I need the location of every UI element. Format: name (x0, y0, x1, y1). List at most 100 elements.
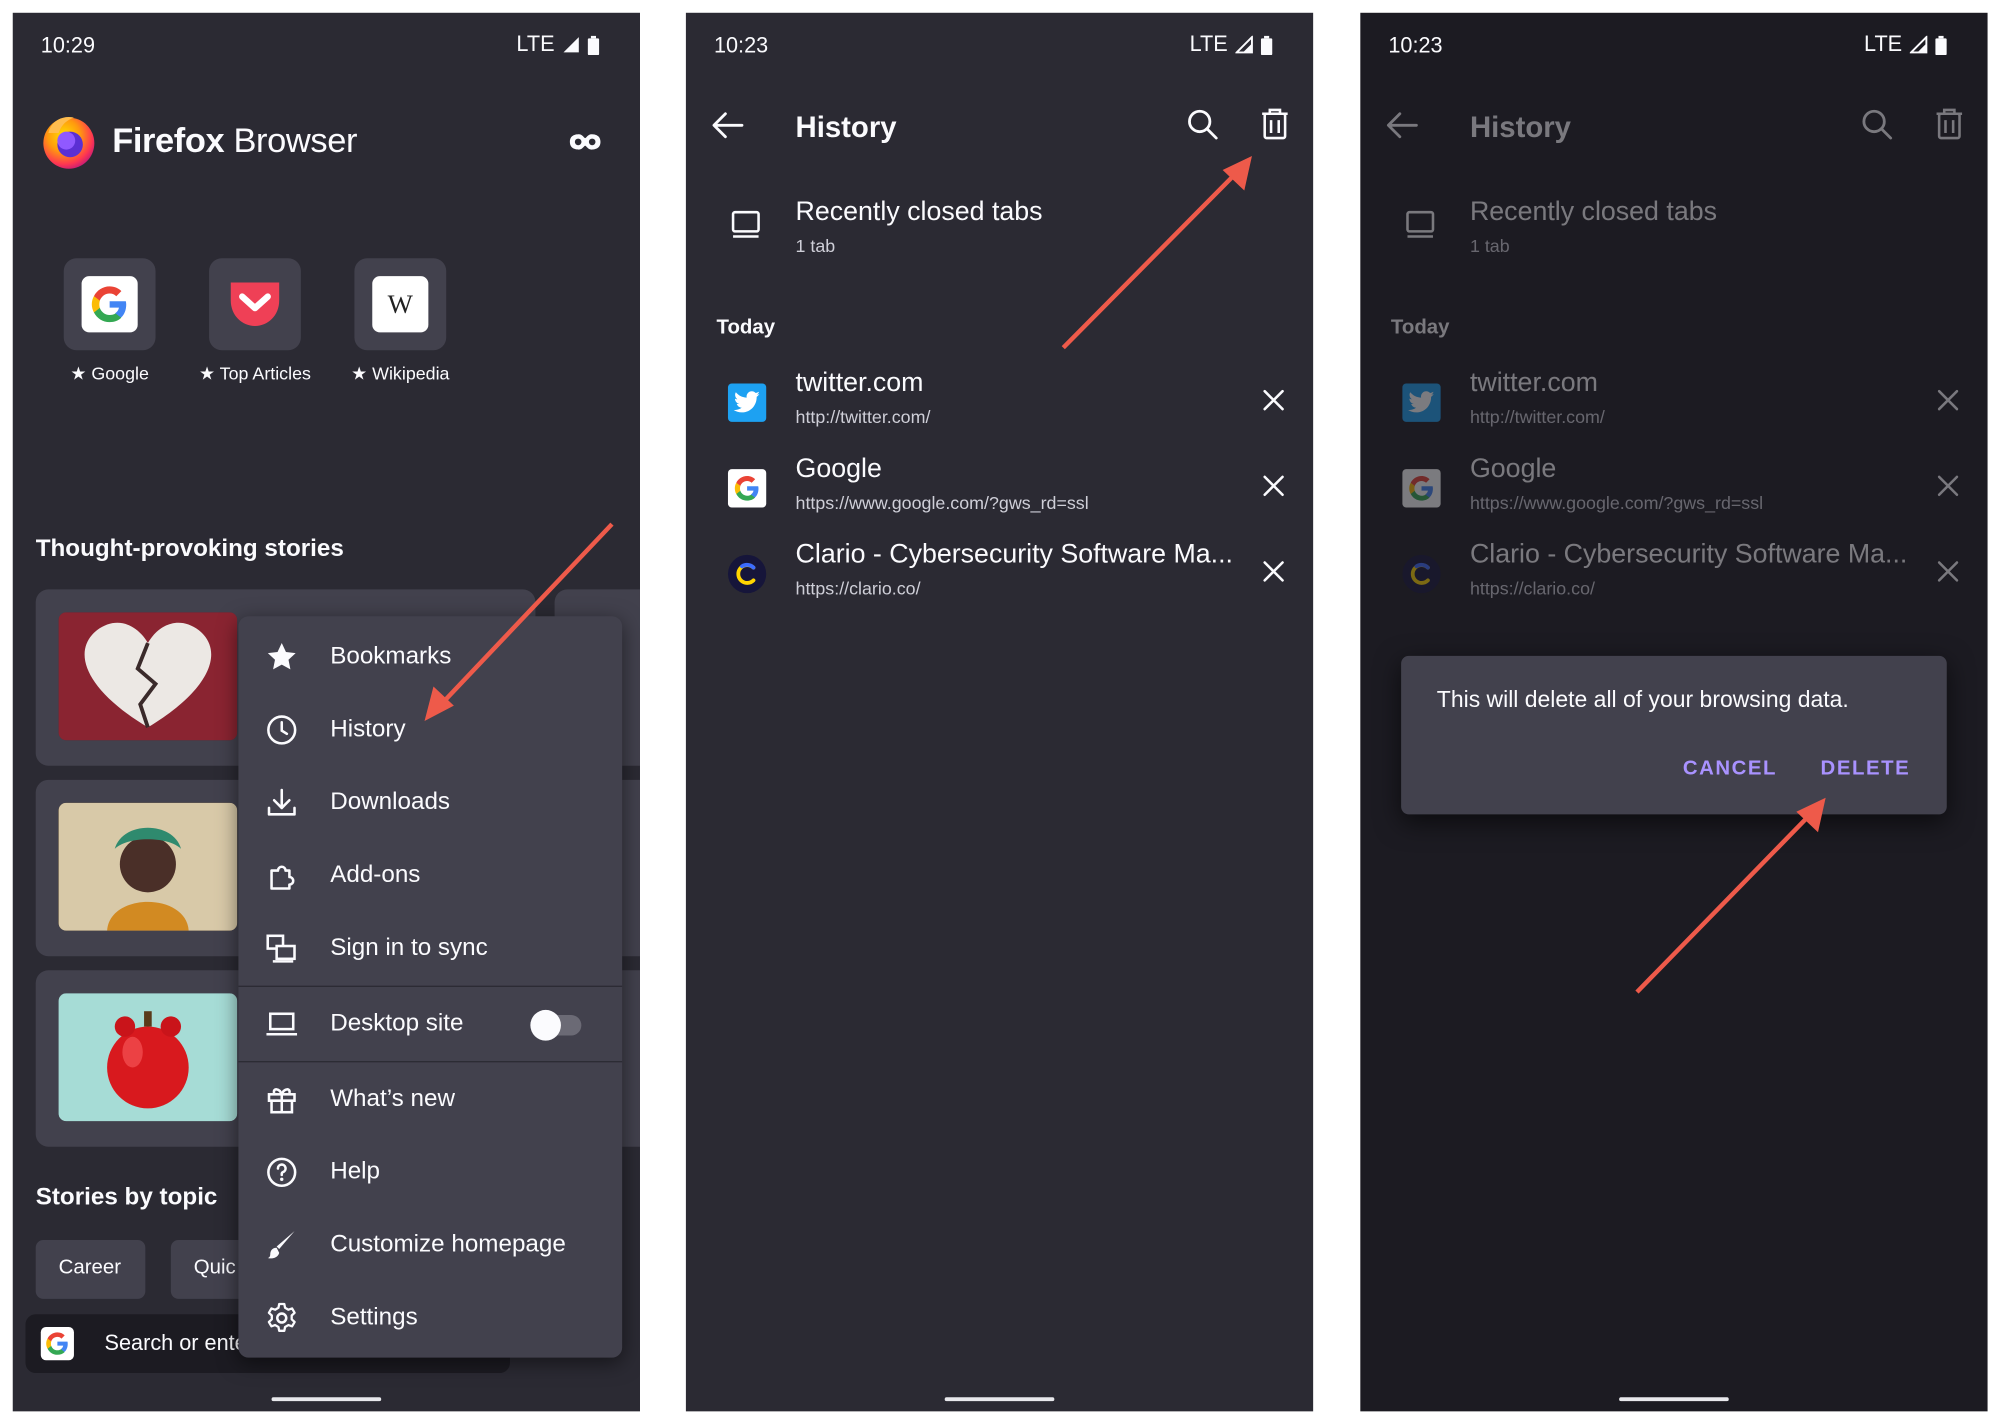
menu-item-whats-new[interactable]: What’s new (238, 1062, 622, 1135)
dialog-message: This will delete all of your browsing da… (1436, 686, 1849, 713)
recently-closed-count: 1 tab (1469, 235, 1510, 256)
section-header: Today (1390, 317, 1450, 339)
topics-heading: Stories by topic (35, 1183, 218, 1211)
history-item[interactable]: twitter.com http://twitter.com/ (686, 361, 1313, 445)
toggle-knob (530, 1009, 561, 1041)
history-item[interactable]: twitter.com http://twitter.com/ (1360, 361, 1987, 445)
clock-icon (267, 715, 297, 745)
close-icon[interactable] (1937, 474, 1960, 497)
delete-confirmation-dialog: This will delete all of your browsing da… (1401, 655, 1947, 815)
history-item-url: http://twitter.com/ (1469, 406, 1605, 427)
recently-closed-title: Recently closed tabs (795, 196, 1043, 227)
tabs-icon (731, 210, 760, 238)
menu-item-sign-in-to-sync[interactable]: Sign in to sync (238, 911, 622, 984)
section-header: Today (716, 317, 776, 339)
private-mode-icon[interactable] (569, 133, 602, 151)
recently-closed-title: Recently closed tabs (1469, 196, 1718, 227)
menu-item-bookmarks[interactable]: Bookmarks (238, 620, 622, 693)
menu-item-downloads[interactable]: Downloads (238, 766, 622, 839)
story-thumbnail (58, 612, 238, 741)
brand-suffix: Browser (224, 120, 358, 160)
story-thumbnail (58, 993, 238, 1122)
status-bar: 10:29 LTE (13, 13, 640, 79)
menu-item-settings[interactable]: Settings (238, 1281, 622, 1354)
history-item[interactable]: Clario - Cybersecurity Software Ma... ht… (686, 532, 1313, 616)
shortcut-google[interactable]: ★ Google (59, 258, 161, 385)
battery-icon (587, 35, 600, 55)
back-arrow-icon[interactable] (1386, 110, 1419, 141)
signal-icon (1235, 35, 1253, 54)
network-label: LTE (1864, 31, 1903, 57)
close-icon[interactable] (1262, 474, 1285, 497)
signal-icon (563, 37, 579, 53)
status-bar: 10:23 LTE (686, 13, 1313, 79)
delete-button[interactable]: DELETE (1821, 758, 1911, 781)
google-icon (1409, 476, 1433, 501)
svg-text:W: W (388, 289, 414, 319)
google-icon (91, 286, 127, 323)
wikipedia-icon: W (388, 289, 414, 319)
pocket-icon (230, 282, 280, 326)
recently-closed-tabs[interactable]: Recently closed tabs 1 tab (686, 187, 1313, 264)
desktop-site-toggle[interactable] (530, 1009, 582, 1041)
brush-icon (267, 1231, 295, 1259)
history-item-url: https://clario.co/ (1469, 577, 1595, 599)
back-arrow-icon[interactable] (711, 110, 744, 141)
signal-icon (1909, 35, 1928, 54)
status-time: 10:29 (40, 33, 96, 58)
help-icon (267, 1157, 297, 1187)
star-icon (267, 643, 296, 670)
trash-icon[interactable] (1934, 107, 1965, 140)
search-icon[interactable] (1186, 107, 1219, 140)
clario-icon (736, 562, 756, 585)
menu-item-help[interactable]: Help (238, 1135, 622, 1208)
shortcut-top-articles[interactable]: ★ Top Articles (199, 258, 311, 385)
status-time: 10:23 (1388, 33, 1443, 58)
shortcut-wikipedia[interactable]: W ★ Wikipedia (349, 258, 451, 385)
top-sites: ★ Google ★ Top Articles W ★ Wikipedia (59, 258, 452, 385)
history-item[interactable]: Google https://www.google.com/?gws_rd=ss… (1360, 446, 1987, 530)
status-time: 10:23 (713, 33, 769, 58)
gesture-handle (271, 1397, 382, 1402)
history-item-title: twitter.com (795, 368, 924, 398)
tabs-icon (1406, 210, 1435, 238)
history-item[interactable]: Clario - Cybersecurity Software Ma... ht… (1360, 532, 1987, 616)
topic-chip-career[interactable]: Career (35, 1240, 146, 1299)
recently-closed-tabs[interactable]: Recently closed tabs 1 tab (1360, 187, 1987, 264)
close-icon[interactable] (1262, 389, 1285, 412)
toolbar: History (1360, 79, 1987, 171)
cancel-button[interactable]: CANCEL (1683, 758, 1777, 781)
menu-item-addons[interactable]: Add-ons (238, 839, 622, 912)
history-item-url: http://twitter.com/ (795, 406, 931, 427)
broken-heart-image (58, 612, 238, 741)
close-icon[interactable] (1262, 560, 1285, 583)
page-title: History (795, 109, 897, 144)
address-bar-placeholder: Search or ente (104, 1330, 247, 1356)
trash-icon[interactable] (1260, 107, 1291, 140)
recently-closed-count: 1 tab (795, 235, 836, 256)
gesture-handle (944, 1397, 1055, 1402)
history-item-title: Clario - Cybersecurity Software Ma... (795, 539, 1233, 569)
shortcut-label: Top Articles (219, 363, 311, 384)
history-item-title: Clario - Cybersecurity Software Ma... (1469, 539, 1908, 569)
menu-item-customize-homepage[interactable]: Customize homepage (238, 1208, 622, 1281)
twitter-icon (733, 391, 760, 413)
story-thumbnail (58, 802, 238, 931)
toolbar: History (686, 79, 1313, 171)
close-icon[interactable] (1937, 560, 1960, 583)
close-icon[interactable] (1937, 389, 1960, 412)
menu-item-desktop-site[interactable]: Desktop site (238, 987, 622, 1060)
search-icon[interactable] (1860, 107, 1893, 140)
history-item-url: https://www.google.com/?gws_rd=ssl (795, 492, 1089, 513)
brand-name: Firefox (112, 120, 225, 160)
twitter-icon (1408, 391, 1435, 413)
history-item[interactable]: Google https://www.google.com/?gws_rd=ss… (686, 446, 1313, 530)
menu-item-history[interactable]: History (238, 693, 622, 766)
shortcut-label: Wikipedia (372, 363, 450, 384)
stories-heading: Thought-provoking stories (35, 535, 344, 563)
page-title: History (1469, 109, 1571, 144)
clario-icon (1410, 562, 1430, 585)
battery-icon (1260, 35, 1273, 55)
google-icon (734, 476, 759, 501)
gear-icon (267, 1302, 296, 1332)
